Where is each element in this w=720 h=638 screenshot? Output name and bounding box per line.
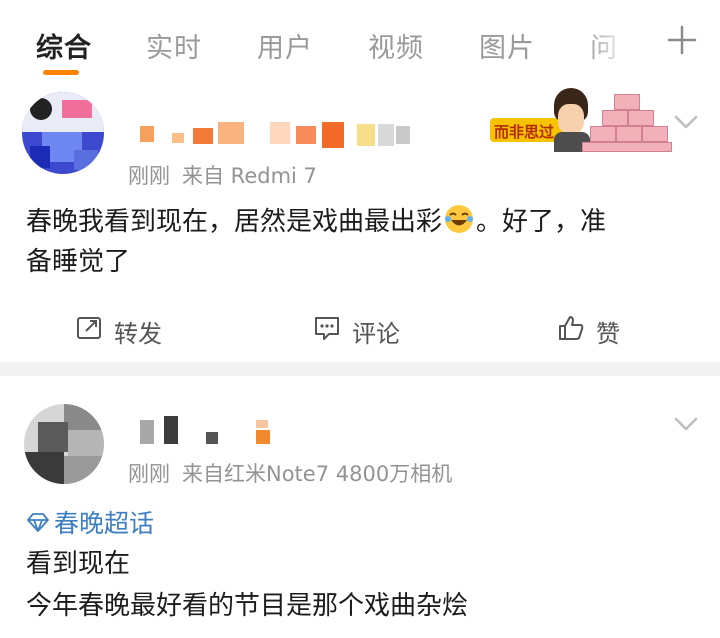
post-divider bbox=[0, 362, 720, 376]
post-time: 刚刚 bbox=[128, 164, 170, 188]
post-meta: 刚刚 来自红米Note7 4800万相机 bbox=[128, 458, 452, 488]
post-meta: 刚刚 来自 Redmi 7 bbox=[128, 160, 317, 190]
like-label: 赞 bbox=[596, 319, 620, 348]
avatar[interactable] bbox=[24, 404, 104, 484]
post-source: 来自 Redmi 7 bbox=[182, 164, 317, 188]
sticker-image: 而非思过 bbox=[490, 88, 672, 152]
like-icon bbox=[556, 313, 586, 349]
post-time: 刚刚 bbox=[128, 462, 170, 486]
post-text-line1: 春晚我看到现在，居然是戏曲最出彩 。好了，准 bbox=[26, 202, 606, 242]
comment-button[interactable]: 评论 bbox=[312, 311, 400, 351]
repost-button[interactable]: 转发 bbox=[74, 311, 162, 351]
tab-realtime[interactable]: 实时 bbox=[146, 26, 202, 65]
chevron-down-icon[interactable] bbox=[672, 108, 700, 136]
comment-icon bbox=[312, 313, 342, 349]
post-actions: 转发 评论 赞 bbox=[0, 311, 720, 351]
sticker-text: 而非思过 bbox=[494, 123, 555, 141]
comment-label: 评论 bbox=[352, 319, 400, 348]
repost-label: 转发 bbox=[114, 319, 162, 348]
tab-overflow-fade bbox=[585, 20, 645, 70]
tab-users[interactable]: 用户 bbox=[257, 26, 313, 65]
post-text-b: 。好了，准 bbox=[476, 207, 607, 237]
post-card[interactable]: 刚刚 来自 Redmi 7 而非思过 春晚我看到现在，居然是戏曲最出彩 。好了，… bbox=[0, 78, 720, 362]
chevron-down-icon[interactable] bbox=[672, 410, 700, 438]
topic-label: 春晚超话 bbox=[54, 509, 155, 538]
tab-comprehensive[interactable]: 综合 bbox=[36, 26, 92, 65]
post-text-line2: 备睡觉了 bbox=[26, 247, 131, 277]
topic-diamond-icon bbox=[26, 510, 50, 534]
post-text-line1: 看到现在 bbox=[26, 549, 131, 579]
post-source: 来自红米Note7 4800万相机 bbox=[182, 462, 453, 486]
post-text-line2: 今年春晚最好看的节目是那个戏曲杂烩 bbox=[26, 591, 469, 621]
plus-icon[interactable] bbox=[664, 22, 700, 62]
avatar[interactable] bbox=[22, 92, 104, 174]
post-text-a: 春晚我看到现在，居然是戏曲最出彩 bbox=[26, 207, 443, 237]
laugh-emoji-icon bbox=[444, 204, 474, 234]
post-card[interactable]: 刚刚 来自红米Note7 4800万相机 春晚超话 看到现在 今年春晚最好看的节目… bbox=[0, 376, 720, 638]
active-tab-indicator bbox=[43, 70, 79, 75]
topic-tag[interactable]: 春晚超话 bbox=[26, 504, 154, 540]
tab-images[interactable]: 图片 bbox=[479, 26, 535, 65]
search-tab-bar: 综合 实时 用户 视频 图片 问 bbox=[0, 0, 720, 78]
repost-icon bbox=[74, 313, 104, 349]
like-button[interactable]: 赞 bbox=[556, 311, 620, 351]
tab-video[interactable]: 视频 bbox=[368, 26, 424, 65]
